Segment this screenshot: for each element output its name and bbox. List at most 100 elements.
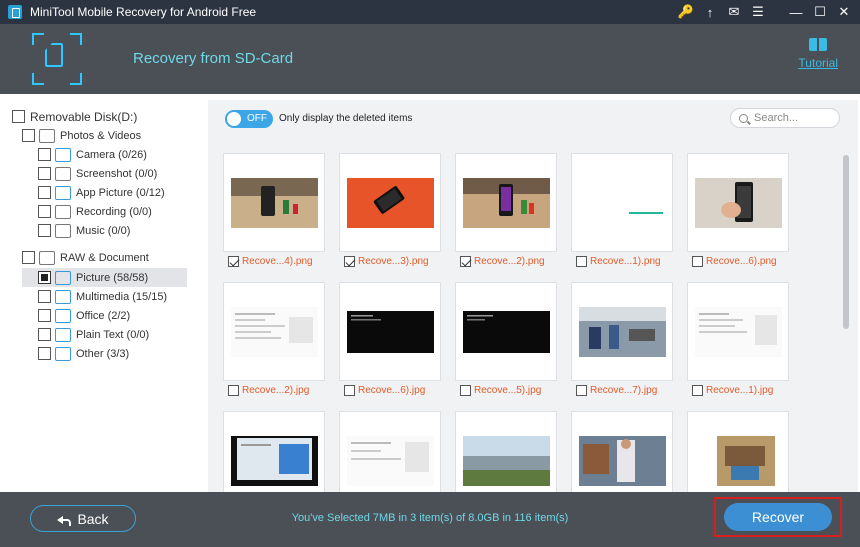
file-thumbnail-card[interactable] [571, 282, 673, 381]
file-name: Recove...4).png [242, 255, 313, 267]
close-icon[interactable]: ✕ [832, 0, 856, 24]
footer: Back You've Selected 7MB in 3 item(s) of… [0, 492, 860, 547]
file-checkbox[interactable] [344, 384, 355, 396]
file-checkbox[interactable] [692, 255, 703, 267]
minimize-icon[interactable]: — [784, 0, 808, 24]
file-thumbnail-image [347, 307, 434, 357]
file-caption[interactable]: Recove...6).jpg [344, 383, 425, 397]
file-thumbnail-image [579, 307, 666, 357]
tree-item-multimedia[interactable]: Multimedia (15/15) [38, 287, 167, 306]
only-deleted-label: Only display the deleted items [279, 113, 413, 124]
file-caption[interactable]: Recove...4).png [228, 254, 313, 268]
file-name: Recove...1).jpg [706, 384, 774, 396]
file-caption[interactable]: Recove...1).png [576, 254, 661, 268]
file-checkbox[interactable] [692, 384, 703, 396]
tree-item-checkbox[interactable] [38, 186, 51, 199]
tree-item-checkbox[interactable] [38, 224, 51, 237]
picture-icon [55, 270, 71, 285]
book-icon [809, 38, 828, 52]
file-thumbnail-card[interactable] [571, 411, 673, 492]
search-input[interactable] [754, 112, 834, 124]
file-checkbox[interactable] [460, 255, 471, 267]
file-thumbnail-card[interactable] [687, 282, 789, 381]
file-thumbnail-card[interactable] [687, 411, 789, 492]
scrollbar-thumb[interactable] [843, 155, 849, 329]
search-box[interactable] [730, 108, 840, 128]
toggle-label: OFF [247, 113, 267, 124]
vertical-scrollbar[interactable] [841, 150, 851, 488]
file-caption[interactable]: Recove...2).jpg [228, 383, 309, 397]
raw-group-label: RAW & Document [60, 251, 149, 264]
recover-button[interactable]: Recover [724, 503, 832, 531]
tree-item-picture[interactable]: Picture (58/58) [38, 268, 148, 287]
file-thumbnail-card[interactable] [339, 153, 441, 252]
file-thumbnail-image [579, 436, 666, 486]
file-thumbnail-card[interactable] [687, 153, 789, 252]
tree-item-other[interactable]: Other (3/3) [38, 344, 129, 363]
tree-item-label: Plain Text (0/0) [76, 328, 150, 341]
file-thumbnail-card[interactable] [223, 411, 325, 492]
photos-group-checkbox[interactable] [22, 129, 35, 142]
key-icon[interactable]: 🔑 [674, 0, 698, 24]
tree-item-checkbox[interactable] [38, 347, 51, 360]
tree-root[interactable]: Removable Disk(D:) [12, 107, 137, 126]
file-checkbox[interactable] [228, 384, 239, 396]
tree-item-recording[interactable]: Recording (0/0) [38, 202, 152, 221]
office-icon [55, 308, 71, 323]
file-caption[interactable]: Recove...1).jpg [692, 383, 773, 397]
app-picture-icon [55, 185, 71, 200]
file-thumbnail-card[interactable] [339, 282, 441, 381]
file-checkbox[interactable] [576, 384, 587, 396]
file-thumbnail-image [231, 178, 318, 228]
maximize-icon[interactable]: ☐ [808, 0, 832, 24]
file-thumbnail-card[interactable] [223, 153, 325, 252]
deleted-only-toggle[interactable]: OFF [225, 110, 273, 128]
tree-item-office[interactable]: Office (2/2) [38, 306, 130, 325]
file-checkbox[interactable] [460, 384, 471, 396]
tutorial-link[interactable]: Tutorial [798, 38, 838, 70]
tree-item-screenshot[interactable]: Screenshot (0/0) [38, 164, 157, 183]
tree-item-plain-text[interactable]: Plain Text (0/0) [38, 325, 149, 344]
file-name: Recove...1).png [590, 255, 661, 267]
file-checkbox[interactable] [228, 255, 239, 267]
tree-item-checkbox[interactable] [38, 271, 51, 284]
file-caption[interactable]: Recove...5).jpg [460, 383, 541, 397]
tree-item-checkbox[interactable] [38, 290, 51, 303]
file-caption[interactable]: Recove...6).png [692, 254, 777, 268]
file-checkbox[interactable] [344, 255, 355, 267]
tree-item-checkbox[interactable] [38, 148, 51, 161]
file-name: Recove...5).jpg [474, 384, 542, 396]
file-thumbnail-card[interactable] [223, 282, 325, 381]
file-thumbnail-card[interactable] [339, 411, 441, 492]
tree-item-music[interactable]: Music (0/0) [38, 221, 130, 240]
file-thumbnail-card[interactable] [571, 153, 673, 252]
tree-item-label: Multimedia (15/15) [76, 290, 168, 303]
file-thumbnail-image [231, 307, 318, 357]
file-name: Recove...6).jpg [358, 384, 426, 396]
tree-root-checkbox[interactable] [12, 110, 25, 123]
file-thumbnail-image [463, 178, 550, 228]
tutorial-label[interactable]: Tutorial [798, 56, 838, 70]
tree-group-photos[interactable]: Photos & Videos [22, 126, 141, 145]
recording-icon [55, 204, 71, 219]
raw-group-checkbox[interactable] [22, 251, 35, 264]
file-thumbnail-card[interactable] [455, 411, 557, 492]
tree-item-app-picture[interactable]: App Picture (0/12) [38, 183, 165, 202]
file-thumbnail-card[interactable] [455, 282, 557, 381]
file-checkbox[interactable] [576, 255, 587, 267]
tree-item-checkbox[interactable] [38, 205, 51, 218]
file-caption[interactable]: Recove...7).jpg [576, 383, 657, 397]
menu-icon[interactable]: ☰ [746, 0, 770, 24]
file-thumbnail-image [347, 436, 434, 486]
file-caption[interactable]: Recove...2).png [460, 254, 545, 268]
upgrade-arrow-icon[interactable]: ↑ [698, 0, 722, 24]
tree-item-checkbox[interactable] [38, 309, 51, 322]
tree-item-camera[interactable]: Camera (0/26) [38, 145, 147, 164]
file-caption[interactable]: Recove...3).png [344, 254, 429, 268]
tree-group-raw[interactable]: RAW & Document [22, 248, 149, 267]
mail-icon[interactable]: ✉ [722, 0, 746, 24]
search-icon [739, 113, 748, 123]
tree-item-checkbox[interactable] [38, 328, 51, 341]
tree-item-checkbox[interactable] [38, 167, 51, 180]
file-thumbnail-card[interactable] [455, 153, 557, 252]
